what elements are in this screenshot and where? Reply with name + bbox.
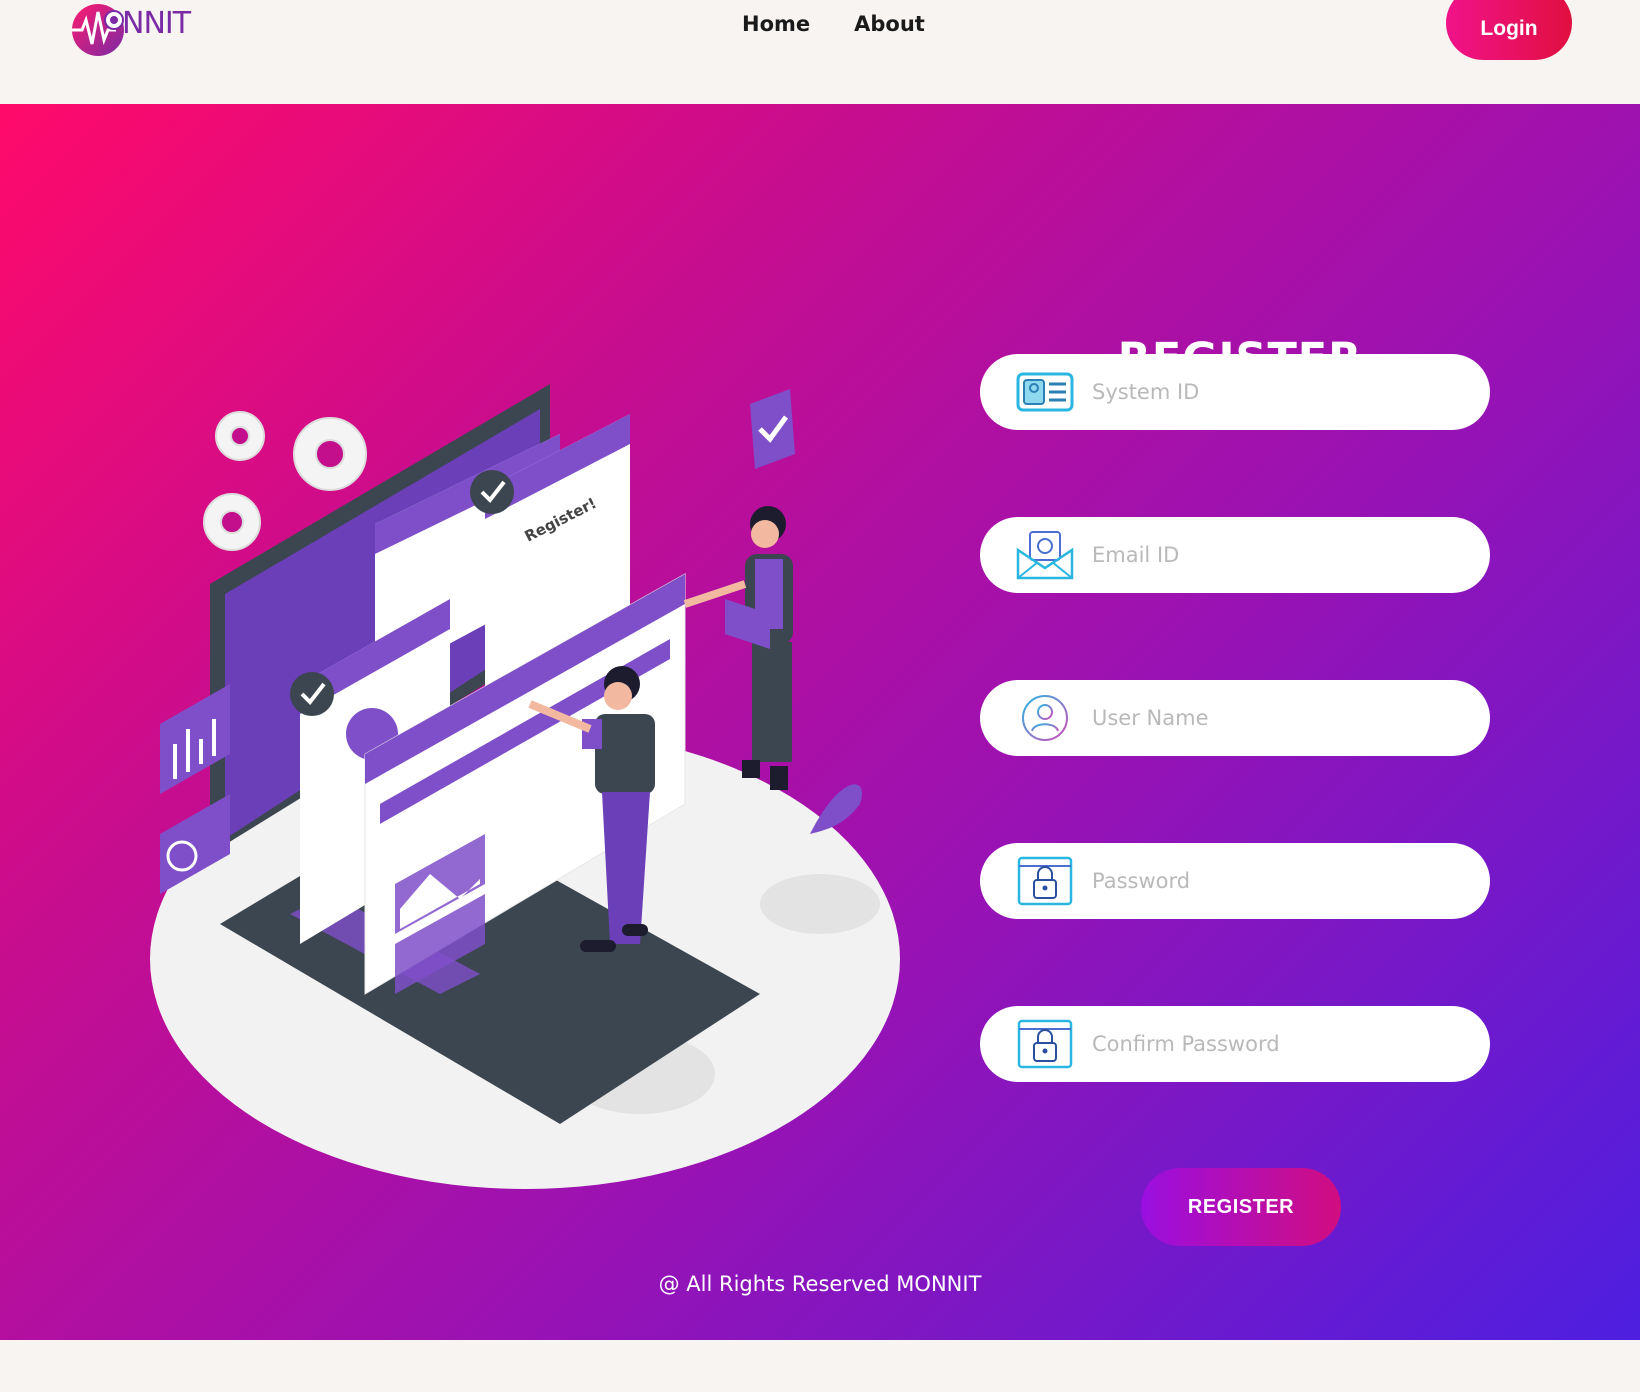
confirm-password-field[interactable] <box>980 1006 1490 1082</box>
woman-figure <box>683 506 793 790</box>
logo-text: NNIT <box>122 5 191 41</box>
user-icon <box>1016 693 1074 743</box>
register-section: Register! Log in Buy now! System ID Emai… <box>0 104 1640 1340</box>
password-field[interactable] <box>980 843 1490 919</box>
id-card-icon <box>1016 367 1074 417</box>
nav-about-link[interactable]: About <box>854 12 925 36</box>
username-field[interactable] <box>980 680 1490 756</box>
login-button[interactable]: Login <box>1446 0 1572 60</box>
register-illustration: Register! Log in Buy now! <box>150 384 900 1189</box>
lock-icon <box>1016 1019 1074 1069</box>
logo[interactable]: NNIT <box>68 0 218 60</box>
register-button[interactable]: REGISTER <box>1141 1168 1341 1246</box>
email-icon <box>1016 530 1074 580</box>
footer-copyright: @ All Rights Reserved MONNIT <box>658 1272 982 1296</box>
lock-icon <box>1016 856 1074 906</box>
username-input[interactable] <box>1092 706 1452 730</box>
confirm-password-input[interactable] <box>1092 1032 1452 1056</box>
nav-links: Home About <box>742 12 925 36</box>
system-id-input[interactable] <box>1092 380 1452 404</box>
system-id-field[interactable] <box>980 354 1490 430</box>
navbar: NNIT Home About Login <box>0 0 1640 104</box>
nav-home-link[interactable]: Home <box>742 12 810 36</box>
logo-icon <box>72 4 124 56</box>
email-input[interactable] <box>1092 543 1452 567</box>
shadow-woman <box>760 874 880 934</box>
check-bubble-icon <box>750 389 795 469</box>
plant-icon <box>810 784 862 834</box>
password-input[interactable] <box>1092 869 1452 893</box>
email-field[interactable] <box>980 517 1490 593</box>
